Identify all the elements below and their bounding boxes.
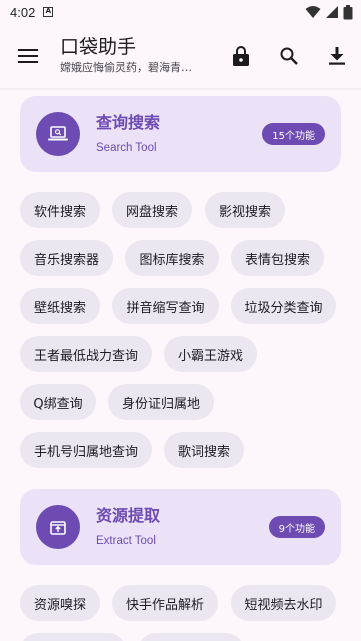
tool-list[interactable]: 查询搜索 Search Tool 15个功能 软件搜索 网盘搜索 影视搜索 音乐… [0, 88, 361, 641]
section-title: 资源提取 [96, 506, 161, 525]
tool-chip-idcard-region[interactable]: 身份证归属地 [108, 384, 214, 420]
tool-chip-garbage-sort[interactable]: 垃圾分类查询 [231, 288, 336, 324]
section-subtitle: Extract Tool [96, 535, 156, 547]
search-button[interactable] [265, 32, 313, 80]
tool-chip-partial[interactable] [20, 633, 126, 641]
extract-box-icon [36, 505, 80, 549]
download-button[interactable] [313, 32, 361, 80]
signal-icon [326, 6, 338, 18]
notification-a-icon: A [43, 7, 54, 17]
tool-chip-software-search[interactable]: 软件搜索 [20, 192, 100, 228]
hamburger-menu-icon [18, 49, 38, 63]
tool-chip-honor-power[interactable]: 王者最低战力查询 [20, 336, 152, 372]
app-title: 口袋助手 [60, 37, 137, 58]
title-block: 口袋助手 嫦娥应悔偷灵药，碧海青… [60, 36, 217, 76]
tool-chip-icon-search[interactable]: 图标库搜索 [125, 240, 219, 276]
tool-chip-lyrics-search[interactable]: 歌词搜索 [164, 432, 244, 468]
menu-button[interactable] [0, 24, 56, 88]
status-time: 4:02 [10, 4, 36, 20]
battery-icon [343, 4, 353, 19]
top-app-bar: 口袋助手 嫦娥应悔偷灵药，碧海青… [0, 24, 361, 88]
wifi-icon [305, 6, 321, 18]
app-bar-divider [0, 88, 361, 90]
tool-chip-pinyin-lookup[interactable]: 拼音缩写查询 [112, 288, 219, 324]
laptop-search-icon [36, 112, 80, 156]
tool-chip-wallpaper-search[interactable]: 壁纸搜索 [20, 288, 100, 324]
tool-chip-netdisk-search[interactable]: 网盘搜索 [112, 192, 192, 228]
feature-count-badge: 9个功能 [268, 516, 325, 538]
tool-chip-kuaishou-parse[interactable]: 快手作品解析 [112, 585, 218, 621]
tool-chip-watermark-remove[interactable]: 短视频去水印 [231, 585, 336, 621]
tool-chip-music-search[interactable]: 音乐搜索器 [20, 240, 113, 276]
tool-chip-qq-bind[interactable]: Q绑查询 [20, 384, 96, 420]
tool-chip-resource-sniff[interactable]: 资源嗅探 [20, 585, 100, 621]
tool-chip-video-search[interactable]: 影视搜索 [205, 192, 285, 228]
status-bar: 4:02 A [0, 0, 361, 24]
feature-count-badge: 15个功能 [262, 123, 325, 145]
tool-chip-nes-games[interactable]: 小霸王游戏 [164, 336, 257, 372]
tool-chip-phone-region[interactable]: 手机号归属地查询 [20, 432, 152, 468]
app-subtitle: 嫦娥应悔偷灵药，碧海青… [60, 61, 192, 74]
tool-chip-partial[interactable] [138, 633, 244, 641]
app-bar-actions [217, 32, 361, 80]
lock-button[interactable] [217, 32, 265, 80]
section-search-tool[interactable]: 查询搜索 Search Tool 15个功能 [20, 96, 341, 172]
download-icon [329, 47, 345, 65]
tool-chip-sticker-search[interactable]: 表情包搜索 [231, 240, 324, 276]
section-subtitle: Search Tool [96, 142, 157, 154]
section-extract-tool[interactable]: 资源提取 Extract Tool 9个功能 [20, 489, 341, 565]
section-title: 查询搜索 [96, 113, 161, 132]
lock-icon [233, 46, 249, 66]
search-icon [280, 47, 298, 65]
